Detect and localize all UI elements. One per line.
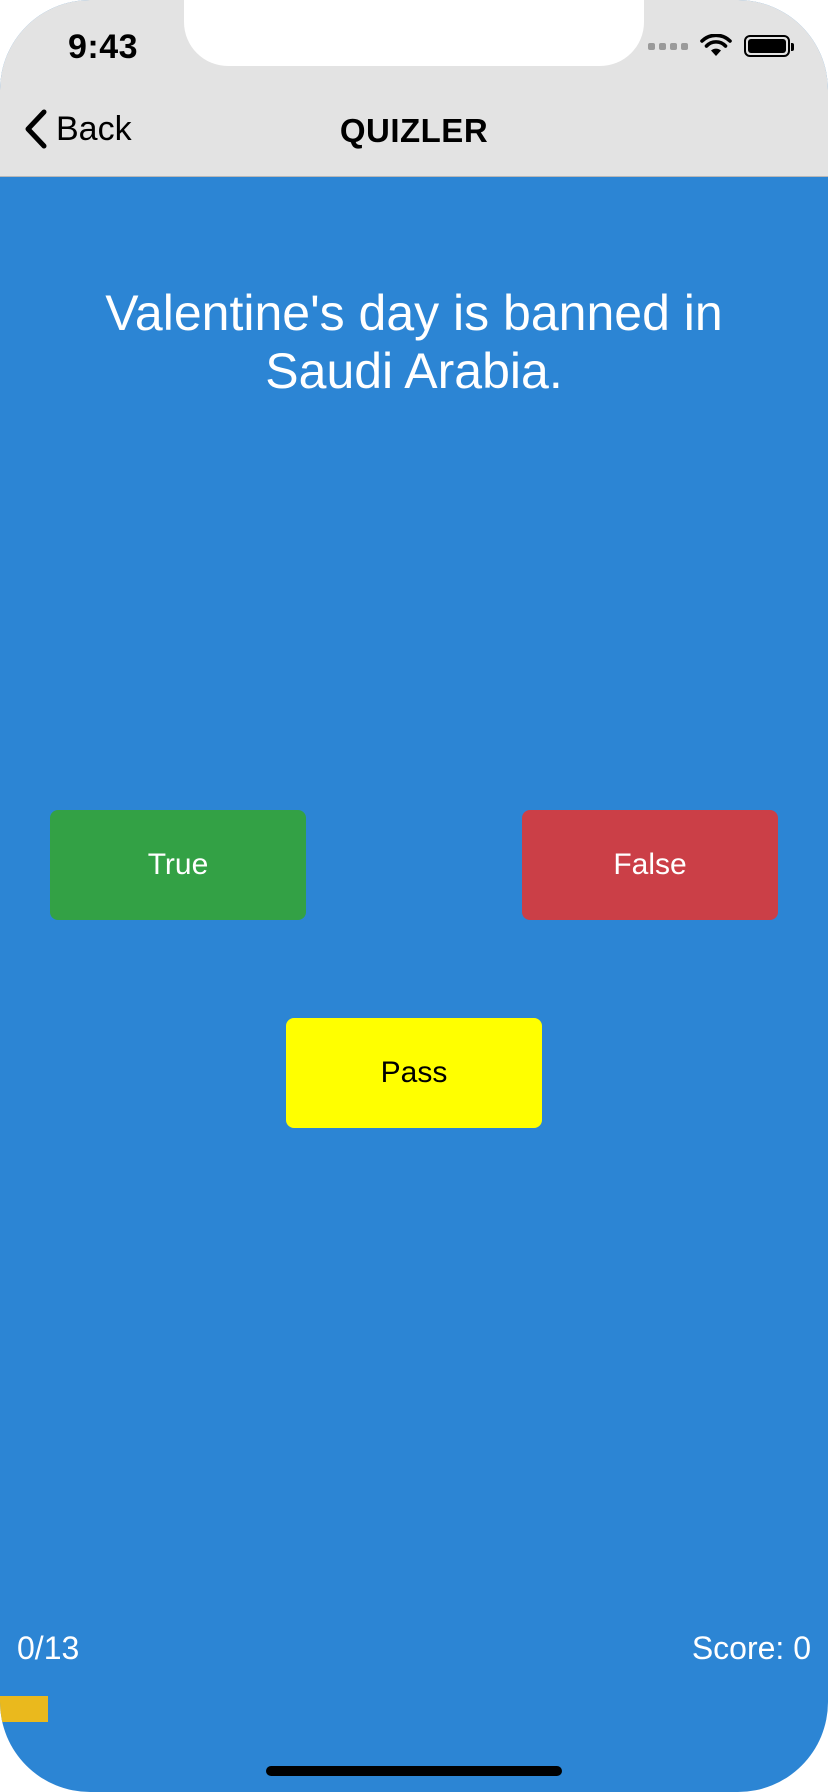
score-label: Score: 0 (691, 1630, 811, 1666)
true-button[interactable]: True (50, 810, 306, 920)
question-text: Valentine's day is banned in Saudi Arabi… (105, 285, 723, 399)
battery-icon (744, 35, 794, 57)
false-button[interactable]: False (522, 810, 778, 920)
question-progress-label: 0/13 (17, 1630, 80, 1666)
phone-screen: 9:43 Back QUIZLER Valentine's day is ban… (0, 0, 828, 1792)
progress-bar (0, 1696, 828, 1722)
status-time: 9:43 (68, 28, 139, 66)
wifi-icon (700, 34, 732, 56)
pass-button[interactable]: Pass (286, 1018, 542, 1128)
cellular-signal-icon (648, 42, 688, 50)
status-icons (648, 34, 794, 58)
home-indicator[interactable] (266, 1766, 562, 1776)
navigation-bar: 9:43 Back QUIZLER (0, 0, 828, 177)
page-title: QUIZLER (339, 112, 489, 149)
progress-bar-fill (0, 1696, 49, 1722)
device-notch (184, 0, 644, 66)
